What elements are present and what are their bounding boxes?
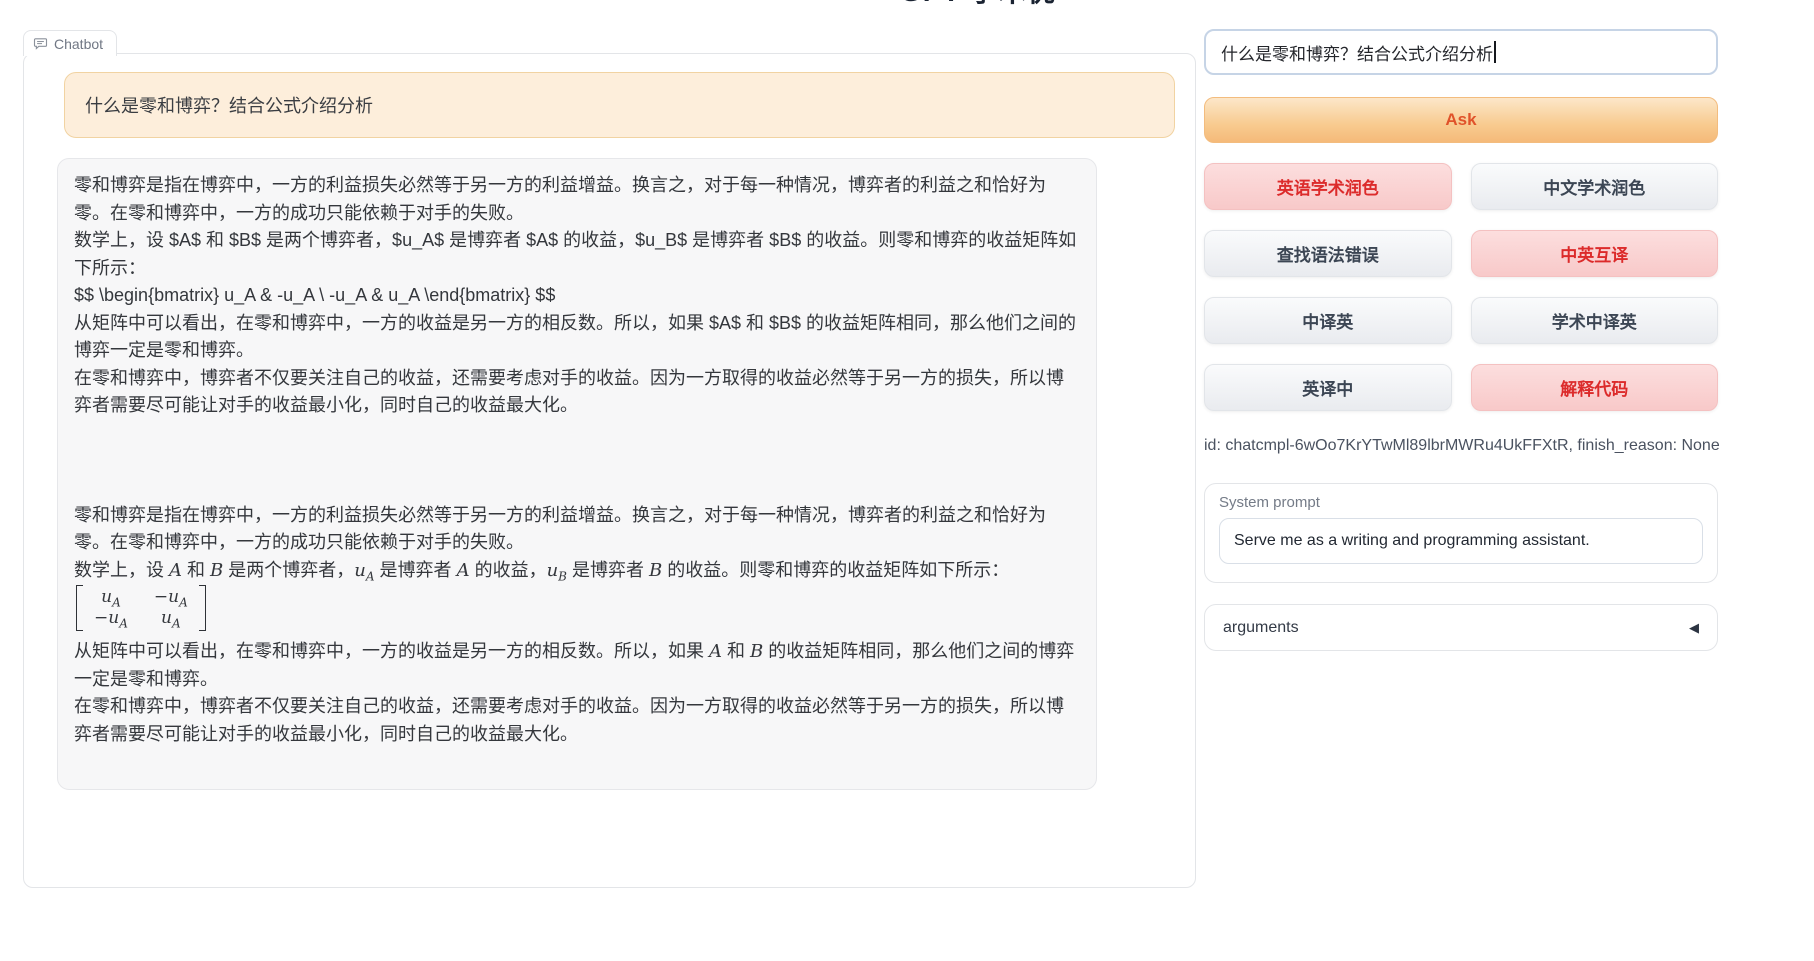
accordion-collapsed-icon: ◀ xyxy=(1689,620,1699,636)
paragraph-gap xyxy=(74,420,1080,502)
quick-button-chinese-academic-polish[interactable]: 中文学术润色 xyxy=(1471,163,1719,210)
matrix-right-bracket xyxy=(199,585,206,631)
system-prompt-label: System prompt xyxy=(1219,494,1703,511)
bot-message-line: 数学上，设 $A$ 和 $B$ 是两个博弈者，$u_A$ 是博弈者 $A$ 的收… xyxy=(74,227,1080,282)
chatbot-panel-label-text: Chatbot xyxy=(54,36,103,52)
bot-message-line: 数学上，设 A 和 B 是两个博弈者，uA 是博弈者 A 的收益，uB 是博弈者… xyxy=(74,557,1080,585)
system-prompt-card: System prompt xyxy=(1204,483,1718,583)
ask-button-label: Ask xyxy=(1445,110,1476,130)
arguments-accordion[interactable]: arguments ◀ xyxy=(1204,604,1718,651)
text-caret xyxy=(1494,41,1496,63)
bot-message-line: 零和博弈是指在博弈中，一方的利益损失必然等于另一方的利益增益。换言之，对于每一种… xyxy=(74,172,1080,227)
matrix-cell: uA xyxy=(101,587,121,608)
quick-button-english-to-chinese[interactable]: 英译中 xyxy=(1204,364,1452,411)
bot-message-line: 零和博弈是指在博弈中，一方的利益损失必然等于另一方的利益增益。换言之，对于每一种… xyxy=(74,502,1080,557)
matrix-cell: −uA xyxy=(94,608,128,629)
arguments-accordion-label: arguments xyxy=(1223,619,1299,637)
page-title: GPT 学术优化 xyxy=(900,0,1080,7)
quick-button-academic-chinese-to-english[interactable]: 学术中译英 xyxy=(1471,297,1719,344)
ask-button[interactable]: Ask xyxy=(1204,97,1718,143)
chat-bubble-icon xyxy=(33,36,48,51)
bot-message-line: 从矩阵中可以看出，在零和博弈中，一方的收益是另一方的相反数。所以，如果 A 和 … xyxy=(74,638,1080,693)
quick-button-chinese-to-english[interactable]: 中译英 xyxy=(1204,297,1452,344)
bot-message-bubble: 零和博弈是指在博弈中，一方的利益损失必然等于另一方的利益增益。换言之，对于每一种… xyxy=(57,158,1097,790)
quick-button-english-academic-polish[interactable]: 英语学术润色 xyxy=(1204,163,1452,210)
matrix-cell: −uA xyxy=(154,587,188,608)
user-message-bubble: 什么是零和博弈？结合公式介绍分析 xyxy=(64,72,1175,138)
bot-message-line: 在零和博弈中，博弈者不仅要关注自己的收益，还需要考虑对手的收益。因为一方取得的收… xyxy=(74,693,1080,748)
status-line: id: chatcmpl-6wOo7KrYTwMl89lbrMWRu4UkFFX… xyxy=(1204,437,1720,455)
chatbot-panel[interactable]: Chatbot 什么是零和博弈？结合公式介绍分析 零和博弈是指在博弈中，一方的利… xyxy=(23,53,1196,888)
question-input[interactable]: 什么是零和博弈？结合公式介绍分析 xyxy=(1204,29,1718,75)
user-message-text: 什么是零和博弈？结合公式介绍分析 xyxy=(85,92,373,118)
matrix-cell: uA xyxy=(161,608,181,629)
matrix-left-bracket xyxy=(76,585,83,631)
quick-button-find-grammar-errors[interactable]: 查找语法错误 xyxy=(1204,230,1452,277)
quick-button-explain-code[interactable]: 解释代码 xyxy=(1471,364,1719,411)
bot-message-line: 在零和博弈中，博弈者不仅要关注自己的收益，还需要考虑对手的收益。因为一方取得的收… xyxy=(74,365,1080,420)
bot-message-line: 从矩阵中可以看出，在零和博弈中，一方的收益是另一方的相反数。所以，如果 $A$ … xyxy=(74,310,1080,365)
bot-message-line: $$ \begin{bmatrix} u_A & -u_A \ -u_A & u… xyxy=(74,282,1080,310)
payoff-matrix: uA−uA−uAuA xyxy=(74,584,1080,638)
quick-actions-grid: 英语学术润色中文学术润色查找语法错误中英互译中译英学术中译英英译中解释代码 xyxy=(1204,163,1718,411)
quick-button-zh-en-mutual-translation[interactable]: 中英互译 xyxy=(1471,230,1719,277)
system-prompt-input[interactable] xyxy=(1219,518,1703,564)
chatbot-panel-label: Chatbot xyxy=(23,30,117,56)
question-input-value: 什么是零和博弈？结合公式介绍分析 xyxy=(1221,40,1493,65)
